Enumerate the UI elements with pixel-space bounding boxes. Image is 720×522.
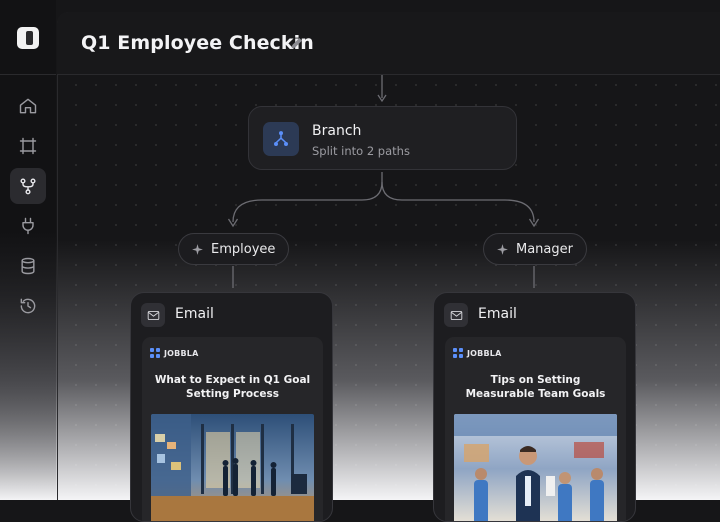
path-employee[interactable]: Employee xyxy=(178,233,290,265)
brand-name: JOBBLA xyxy=(467,348,502,358)
sidebar-item-data[interactable] xyxy=(10,248,46,284)
path-manager[interactable]: Manager xyxy=(483,233,587,265)
path-label: Manager xyxy=(516,241,573,257)
branch-node[interactable]: Branch Split into 2 paths xyxy=(248,106,517,170)
workflow-title: Q1 Employee Checkin xyxy=(81,32,314,54)
branch-node-subtitle: Split into 2 paths xyxy=(312,144,410,158)
home-icon xyxy=(19,98,37,114)
email-preview[interactable]: JOBBLA What to Expect in Q1 Goal Setting… xyxy=(142,337,323,521)
edit-title-button[interactable] xyxy=(289,35,305,51)
brand-name: JOBBLA xyxy=(164,348,199,358)
email-node-manager[interactable]: Email JOBBLA Tips on Setting Measurable … xyxy=(433,292,636,522)
email-headline: What to Expect in Q1 Goal Setting Proces… xyxy=(154,374,311,400)
frame-icon xyxy=(19,137,37,155)
path-label: Employee xyxy=(211,241,276,257)
app-logo-icon[interactable] xyxy=(17,27,39,49)
email-hero-image xyxy=(454,414,617,521)
workflow-header: Q1 Employee Checkin xyxy=(57,12,720,75)
email-node-icon xyxy=(141,303,165,327)
branch-icon xyxy=(274,131,288,146)
sidebar-item-workflows[interactable] xyxy=(10,168,46,204)
pencil-icon xyxy=(291,38,302,49)
branch-node-title: Branch xyxy=(312,123,362,139)
mail-icon xyxy=(450,310,462,320)
jobbla-logo-icon xyxy=(453,348,463,358)
email-hero-image xyxy=(151,414,314,521)
email-node-employee[interactable]: Email JOBBLA What to Expect in Q1 Goal S… xyxy=(130,292,333,522)
email-node-label: Email xyxy=(175,306,214,322)
email-preview[interactable]: JOBBLA Tips on Setting Measurable Team G… xyxy=(445,337,626,521)
branch-node-icon xyxy=(263,122,299,156)
database-icon xyxy=(21,257,35,275)
sidebar-divider xyxy=(0,74,56,75)
branch-icon xyxy=(20,178,36,195)
email-node-label: Email xyxy=(478,306,517,322)
sidebar-item-integrations[interactable] xyxy=(10,208,46,244)
jobbla-logo-icon xyxy=(150,348,160,358)
sidebar-item-home[interactable] xyxy=(10,88,46,124)
email-headline: Tips on Setting Measurable Team Goals xyxy=(465,374,606,400)
sidebar-rail xyxy=(0,0,56,500)
history-icon xyxy=(20,298,36,314)
brand-logo: JOBBLA xyxy=(453,348,501,358)
sparkle-icon xyxy=(497,243,508,255)
sidebar-item-frame[interactable] xyxy=(10,128,46,164)
sidebar-item-history[interactable] xyxy=(10,288,46,324)
email-node-icon xyxy=(444,303,468,327)
mail-icon xyxy=(147,310,159,320)
plug-icon xyxy=(22,217,34,235)
brand-logo: JOBBLA xyxy=(150,348,198,358)
sparkle-icon xyxy=(192,243,203,255)
